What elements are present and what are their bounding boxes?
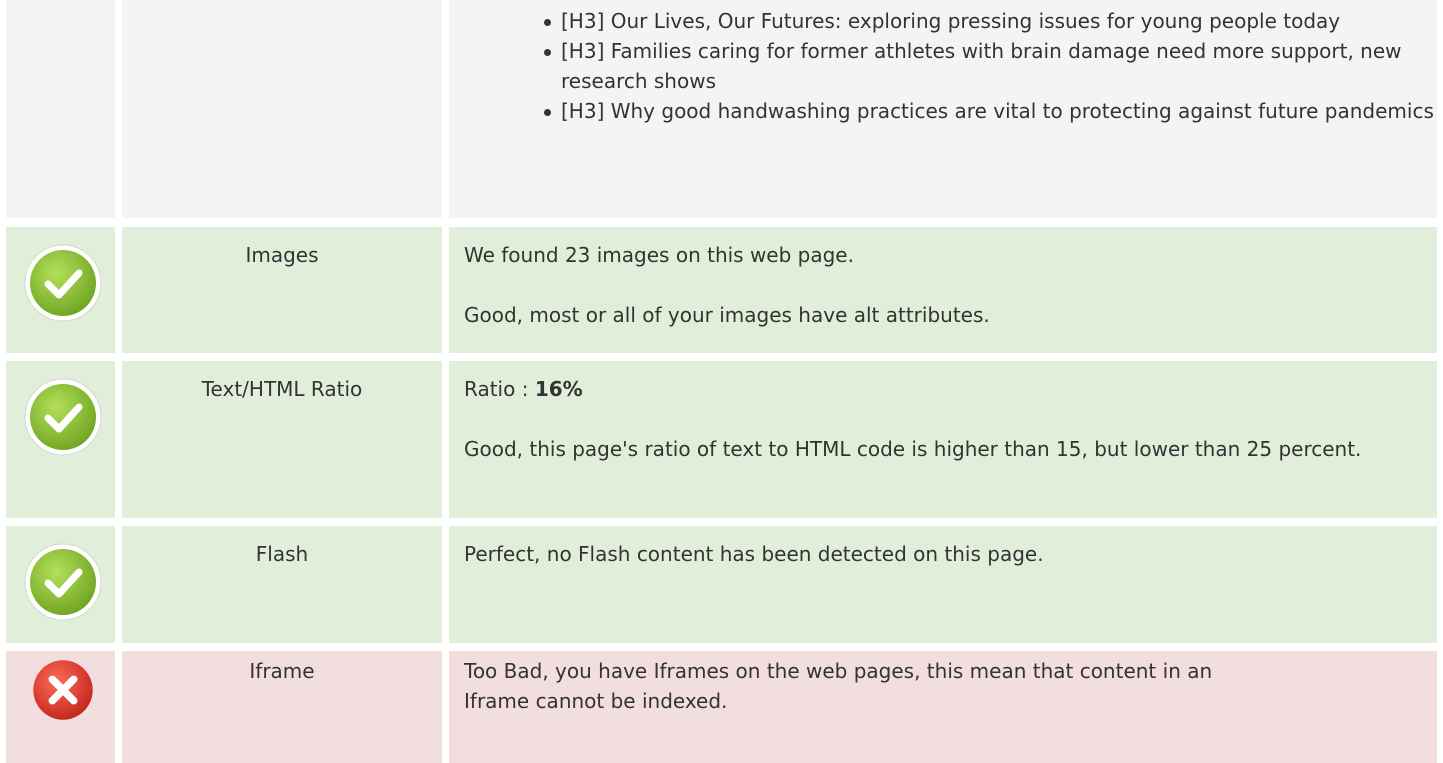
- headings-label-cell: [122, 0, 442, 218]
- flash-content-cell: Perfect, no Flash content has been detec…: [449, 526, 1437, 643]
- error-x-circle-icon: [30, 657, 96, 723]
- images-verdict: Good, most or all of your images have al…: [464, 303, 990, 327]
- heading-item: [H3] Our Lives, Our Futures: exploring p…: [544, 6, 1437, 36]
- images-label-cell: Images: [122, 227, 442, 353]
- flash-label-cell: Flash: [122, 526, 442, 643]
- flash-label: Flash: [255, 542, 309, 566]
- images-icon-cell: [6, 227, 115, 353]
- headings-list: [H3] Our Lives, Our Futures: exploring p…: [449, 6, 1437, 126]
- headings-icon-cell: [6, 0, 115, 218]
- ratio-icon-cell: [6, 361, 115, 518]
- iframe-verdict: Too Bad, you have Iframes on the web pag…: [464, 659, 1213, 713]
- ratio-value: 16%: [534, 377, 583, 401]
- ratio-label-cell: Text/HTML Ratio: [122, 361, 442, 518]
- iframe-label-cell: Iframe: [122, 651, 442, 763]
- images-row: Images We found 23 images on this web pa…: [0, 227, 1443, 353]
- flash-row: Flash Perfect, no Flash content has been…: [0, 526, 1443, 643]
- ratio-value-line: Ratio : 16%: [464, 374, 1437, 404]
- iframe-icon-cell: [6, 651, 115, 763]
- headings-content-cell: [H3] Our Lives, Our Futures: exploring p…: [449, 0, 1437, 218]
- images-summary: We found 23 images on this web page.: [464, 243, 854, 267]
- iframe-label: Iframe: [249, 659, 315, 683]
- check-circle-icon: [23, 542, 103, 622]
- ratio-prefix: Ratio :: [464, 377, 535, 401]
- heading-item: [H3] Why good handwashing practices are …: [544, 96, 1437, 126]
- flash-icon-cell: [6, 526, 115, 643]
- check-circle-icon: [23, 377, 103, 457]
- check-circle-icon: [23, 243, 103, 323]
- images-content-cell: We found 23 images on this web page. Goo…: [449, 227, 1437, 353]
- iframe-row: Iframe Too Bad, you have Iframes on the …: [0, 651, 1443, 763]
- ratio-label: Text/HTML Ratio: [201, 377, 363, 401]
- flash-verdict: Perfect, no Flash content has been detec…: [464, 542, 1044, 566]
- text-html-ratio-row: Text/HTML Ratio Ratio : 16% Good, this p…: [0, 361, 1443, 518]
- ratio-verdict: Good, this page's ratio of text to HTML …: [464, 437, 1362, 461]
- ratio-content-cell: Ratio : 16% Good, this page's ratio of t…: [449, 361, 1437, 518]
- headings-row: [H3] Our Lives, Our Futures: exploring p…: [0, 0, 1443, 218]
- heading-item: [H3] Families caring for former athletes…: [544, 36, 1437, 96]
- iframe-content-cell: Too Bad, you have Iframes on the web pag…: [449, 651, 1437, 763]
- images-label: Images: [245, 243, 319, 267]
